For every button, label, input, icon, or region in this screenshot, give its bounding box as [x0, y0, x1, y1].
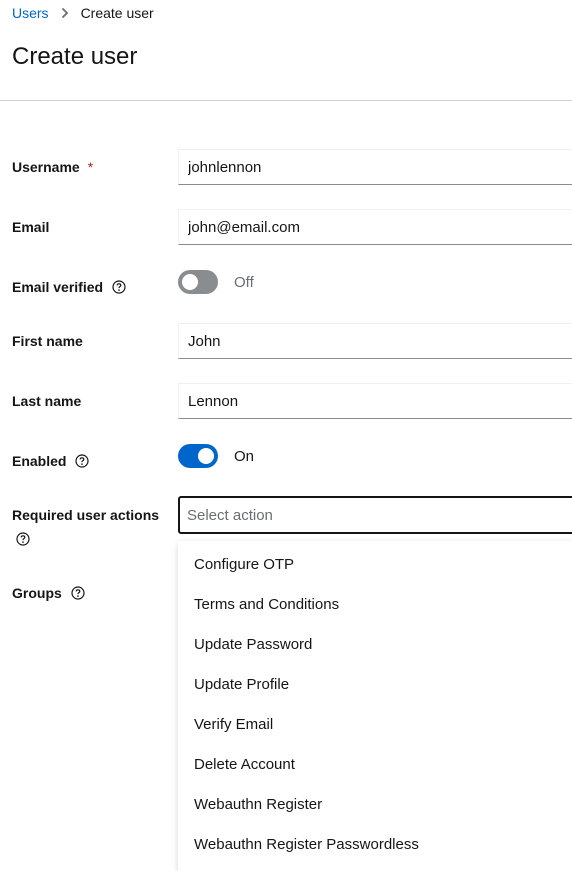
last-name-input[interactable]	[178, 383, 572, 419]
dropdown-option-update-profile[interactable]: Update Profile	[178, 665, 572, 705]
email-label-text: Email	[12, 219, 50, 235]
first-name-label: First name	[12, 332, 83, 350]
switch-track	[178, 270, 218, 294]
help-circle-icon[interactable]	[71, 586, 85, 600]
last-name-label: Last name	[12, 392, 81, 410]
enabled-state: On	[234, 447, 255, 465]
dropdown-option-update-password[interactable]: Update Password	[178, 625, 572, 665]
dropdown-option-webauthn-register-passwordless[interactable]: Webauthn Register Passwordless	[178, 825, 572, 865]
switch-knob	[182, 274, 198, 290]
username-input[interactable]	[178, 149, 572, 185]
email-verified-state: Off	[234, 273, 254, 291]
email-label: Email	[12, 218, 49, 236]
switch-knob	[198, 448, 214, 464]
username-label-text: Username	[12, 159, 80, 175]
required-user-actions-label-text: Required user actions	[12, 507, 160, 523]
groups-label: Groups	[12, 584, 85, 602]
header-divider	[0, 100, 572, 101]
help-circle-icon[interactable]	[75, 454, 90, 468]
dropdown-option-verify-email[interactable]: Verify Email	[178, 705, 572, 745]
required-marker: *	[87, 159, 94, 175]
help-circle-icon[interactable]	[112, 280, 126, 294]
first-name-input[interactable]	[178, 323, 572, 359]
page-title: Create user	[12, 43, 138, 70]
required-actions-select-input[interactable]	[178, 496, 572, 534]
email-verified-switch[interactable]: Off	[178, 270, 254, 294]
email-verified-label: Email verified	[12, 278, 126, 296]
enabled-label: Enabled	[12, 452, 90, 470]
enabled-switch[interactable]: On	[178, 444, 254, 468]
chevron-right-icon	[61, 7, 69, 19]
email-verified-label-text: Email verified	[12, 279, 104, 295]
last-name-label-text: Last name	[12, 393, 82, 409]
enabled-label-text: Enabled	[12, 453, 67, 469]
dropdown-option-configure-otp[interactable]: Configure OTP	[178, 545, 572, 585]
required-actions-dropdown-menu: Configure OTP Terms and Conditions Updat…	[178, 541, 572, 871]
dropdown-option-webauthn-register[interactable]: Webauthn Register	[178, 785, 572, 825]
help-circle-icon[interactable]	[16, 532, 30, 546]
required-user-actions-label: Required user actions	[12, 506, 159, 524]
first-name-label-text: First name	[12, 333, 83, 349]
dropdown-option-terms-and-conditions[interactable]: Terms and Conditions	[178, 585, 572, 625]
breadcrumb-current: Create user	[80, 5, 154, 21]
breadcrumb: Users Create user	[12, 4, 154, 22]
groups-label-text: Groups	[12, 585, 62, 601]
username-label: Username *	[12, 158, 93, 176]
dropdown-option-delete-account[interactable]: Delete Account	[178, 745, 572, 785]
email-input[interactable]	[178, 209, 572, 245]
breadcrumb-link-users[interactable]: Users	[12, 5, 49, 21]
switch-track	[178, 444, 218, 468]
